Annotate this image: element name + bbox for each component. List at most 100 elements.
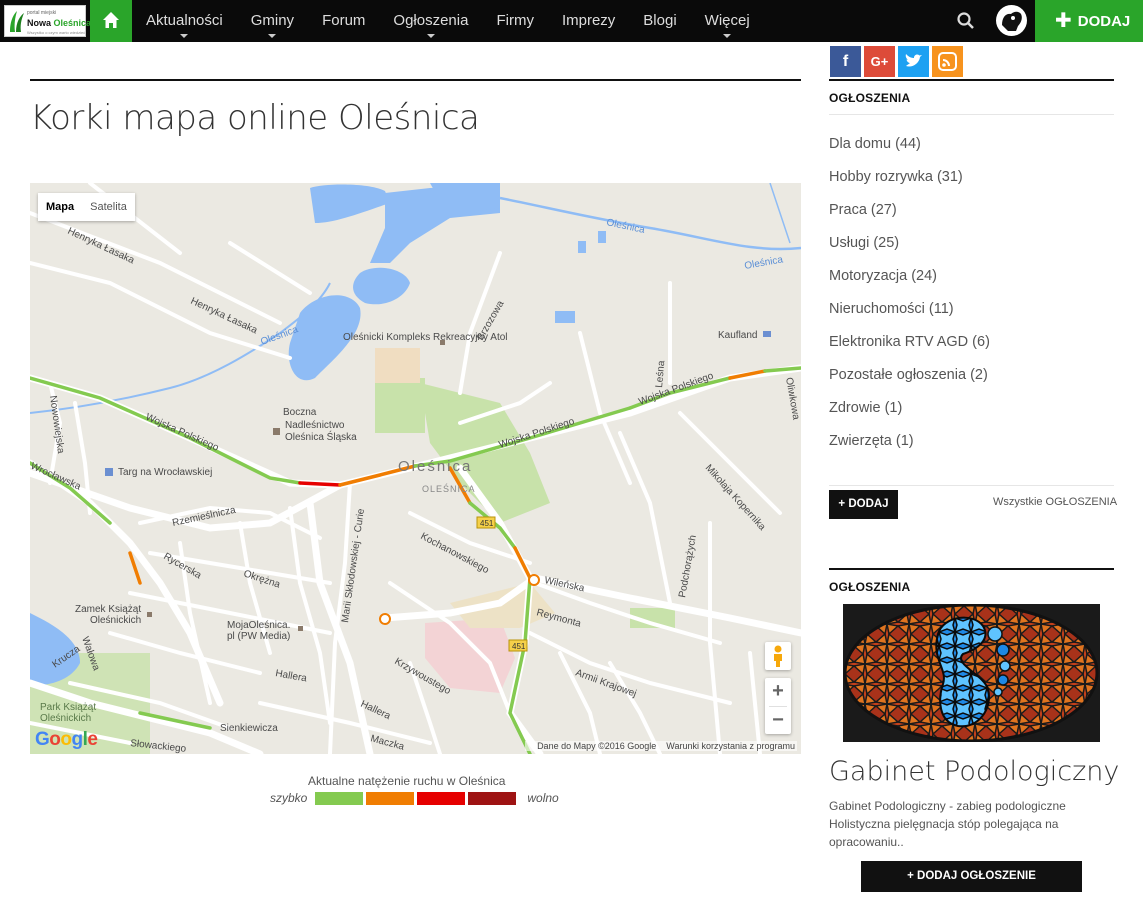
street-view-button[interactable] xyxy=(765,642,791,670)
caret-down-icon xyxy=(723,34,732,38)
sidebar-heading-underline xyxy=(829,114,1114,115)
map-label-podchorazych: Podchorążych xyxy=(677,534,699,598)
avatar-image xyxy=(1002,11,1022,31)
terms-link[interactable]: Warunki korzystania z programu xyxy=(666,741,795,751)
road-shield-451: 451 xyxy=(480,519,494,528)
nav-item-label: Forum xyxy=(322,12,366,29)
category-link[interactable]: Usługi (25) xyxy=(829,227,990,260)
map-label-sienkiewicza: Sienkiewicza xyxy=(220,723,278,734)
main-menu: Aktualności Gminy Forum Ogłoszenia Firmy Impr… xyxy=(146,0,778,42)
user-avatar[interactable] xyxy=(996,5,1027,36)
map-label-nadlesnictwo: Nadleśnictwo xyxy=(285,420,345,431)
map-type-map-button[interactable]: Mapa xyxy=(38,193,82,221)
nav-item-aktualnosci[interactable]: Aktualności xyxy=(146,0,223,42)
home-button[interactable] xyxy=(90,0,132,42)
nav-item-label: Firmy xyxy=(496,12,534,29)
zoom-control: + − xyxy=(765,678,791,734)
map-label-zamek-2: Oleśnickich xyxy=(90,615,141,626)
category-list-bottom-line xyxy=(829,485,1114,486)
category-link[interactable]: Nieruchomości (11) xyxy=(829,293,990,326)
google-logo[interactable]: Google xyxy=(35,729,98,751)
map-label-kopernika: Mikołaja Kopernika xyxy=(703,463,768,533)
map-label-city: Oleśnica xyxy=(398,458,472,475)
google-plus-icon[interactable]: G+ xyxy=(864,46,895,77)
map-attribution: Dane do Mapy ©2016 Google Warunki korzyst… xyxy=(525,741,797,751)
map-type-control: Mapa Satelita xyxy=(38,193,135,221)
nav-item-label: Imprezy xyxy=(561,12,616,29)
nav-item-imprezy[interactable]: Imprezy xyxy=(562,0,615,42)
add-classified-cta-button[interactable]: + DODAJ OGŁOSZENIE xyxy=(861,861,1082,892)
add-top-button[interactable]: ✚ DODAJ xyxy=(1035,0,1143,42)
map-label-oliwkowa: Oliwkowa xyxy=(783,377,801,421)
map-label-nadlesnictwo-2: Oleśnica Śląska xyxy=(285,430,357,443)
map-label-hallera: Hallera xyxy=(274,668,308,684)
category-list: Dla domu (44) Hobby rozrywka (31) Praca (2… xyxy=(829,128,990,458)
featured-ad-description: Gabinet Podologiczny - zabieg podologicz… xyxy=(829,799,1066,849)
nav-item-gminy[interactable]: Gminy xyxy=(251,0,294,42)
nav-item-ogoszenia[interactable]: Ogłoszenia xyxy=(393,0,468,42)
caret-down-icon xyxy=(268,34,277,38)
all-classifieds-link[interactable]: Wszystkie OGŁOSZENIA xyxy=(993,496,1117,508)
map-label-moja: MojaOleśnica. xyxy=(227,620,290,631)
facebook-icon[interactable]: f xyxy=(830,46,861,77)
legend-swatch-slow xyxy=(417,791,466,805)
map-label-reymonta: Reymonta xyxy=(535,607,582,630)
social-buttons: f G+ xyxy=(830,46,966,77)
logo-subtitle: Wszystko o czym warto wiedzieć xyxy=(27,30,86,35)
nav-item-forum[interactable]: Forum xyxy=(322,0,365,42)
category-link[interactable]: Praca (27) xyxy=(829,194,990,227)
zoom-in-button[interactable]: + xyxy=(765,678,791,706)
category-link[interactable]: Pozostałe ogłoszenia (2) xyxy=(829,359,990,392)
map-label-nowowiejska: Nowowiejska xyxy=(47,395,66,455)
sidebar-heading-classifieds: OGŁOSZENIA xyxy=(829,91,911,105)
add-classified-button[interactable]: + DODAJ xyxy=(829,490,898,519)
zoom-out-button[interactable]: − xyxy=(765,707,791,735)
page-title: Korki mapa online Oleśnica xyxy=(30,98,480,138)
map-label-henryka-2: Henryka Łasaka xyxy=(189,296,260,337)
nav-item-blogi[interactable]: Blogi xyxy=(643,0,676,42)
caret-down-icon xyxy=(180,34,189,38)
category-link[interactable]: Zdrowie (1) xyxy=(829,392,990,425)
home-icon xyxy=(103,12,119,28)
logo-tagline: portal miejski xyxy=(27,10,57,16)
pegman-icon xyxy=(774,645,782,667)
category-link[interactable]: Motoryzacja (24) xyxy=(829,260,990,293)
traffic-map[interactable]: Oleśnicki Kompleks Rekreacyjny Atol Bocz… xyxy=(30,183,801,754)
category-link[interactable]: Hobby rozrywka (31) xyxy=(829,161,990,194)
logo-brand: Nowa Oleśnica xyxy=(27,18,92,28)
category-link[interactable]: Dla domu (44) xyxy=(829,128,990,161)
category-link[interactable]: Elektronika RTV AGD (6) xyxy=(829,326,990,359)
twitter-icon[interactable] xyxy=(898,46,929,77)
map-label-river: Oleśnica xyxy=(605,217,646,236)
nav-item-wiecej[interactable]: Więcej xyxy=(705,0,750,42)
road-shield-451-b: 451 xyxy=(512,642,526,651)
map-label-wojska: Wojska Polskiego xyxy=(144,412,221,454)
rss-icon[interactable] xyxy=(932,46,963,77)
map-canvas[interactable]: Oleśnicki Kompleks Rekreacyjny Atol Bocz… xyxy=(30,183,801,754)
sidebar-heading-featured: OGŁOSZENIA xyxy=(829,580,911,594)
caret-down-icon xyxy=(426,34,435,38)
site-logo[interactable]: portal miejski Nowa Oleśnica Wszystko o … xyxy=(4,5,91,37)
category-link[interactable]: Zwierzęta (1) xyxy=(829,425,990,458)
search-icon[interactable] xyxy=(956,11,976,31)
nav-item-label: Więcej xyxy=(704,12,750,29)
nav-item-label: Ogłoszenia xyxy=(393,12,469,29)
featured-ad-title[interactable]: Gabinet Podologiczny xyxy=(829,756,1119,787)
nav-item-label: Blogi xyxy=(643,12,677,29)
map-label-lesna: Leśna xyxy=(654,360,667,389)
sidebar-divider xyxy=(829,79,1114,81)
map-label-kochanowskiego: Kochanowskiego xyxy=(419,531,491,576)
map-label-boczna: Boczna xyxy=(283,407,317,418)
legend-fast-label: szybko xyxy=(270,791,308,805)
stained-glass-foot-image xyxy=(843,604,1099,742)
map-type-satellite-button[interactable]: Satelita xyxy=(82,193,135,221)
sidebar-divider-2 xyxy=(829,568,1114,570)
content-divider xyxy=(30,79,801,81)
nav-item-firmy[interactable]: Firmy xyxy=(496,0,534,42)
legend-swatch-very-slow xyxy=(468,791,517,805)
attribution-text: Dane do Mapy ©2016 Google xyxy=(537,741,657,751)
featured-ad-image[interactable] xyxy=(843,604,1100,742)
map-label-city-sub: OLEŚNICA xyxy=(422,483,476,494)
legend-swatch-medium xyxy=(366,791,415,805)
plus-icon: ✚ xyxy=(1055,10,1072,32)
